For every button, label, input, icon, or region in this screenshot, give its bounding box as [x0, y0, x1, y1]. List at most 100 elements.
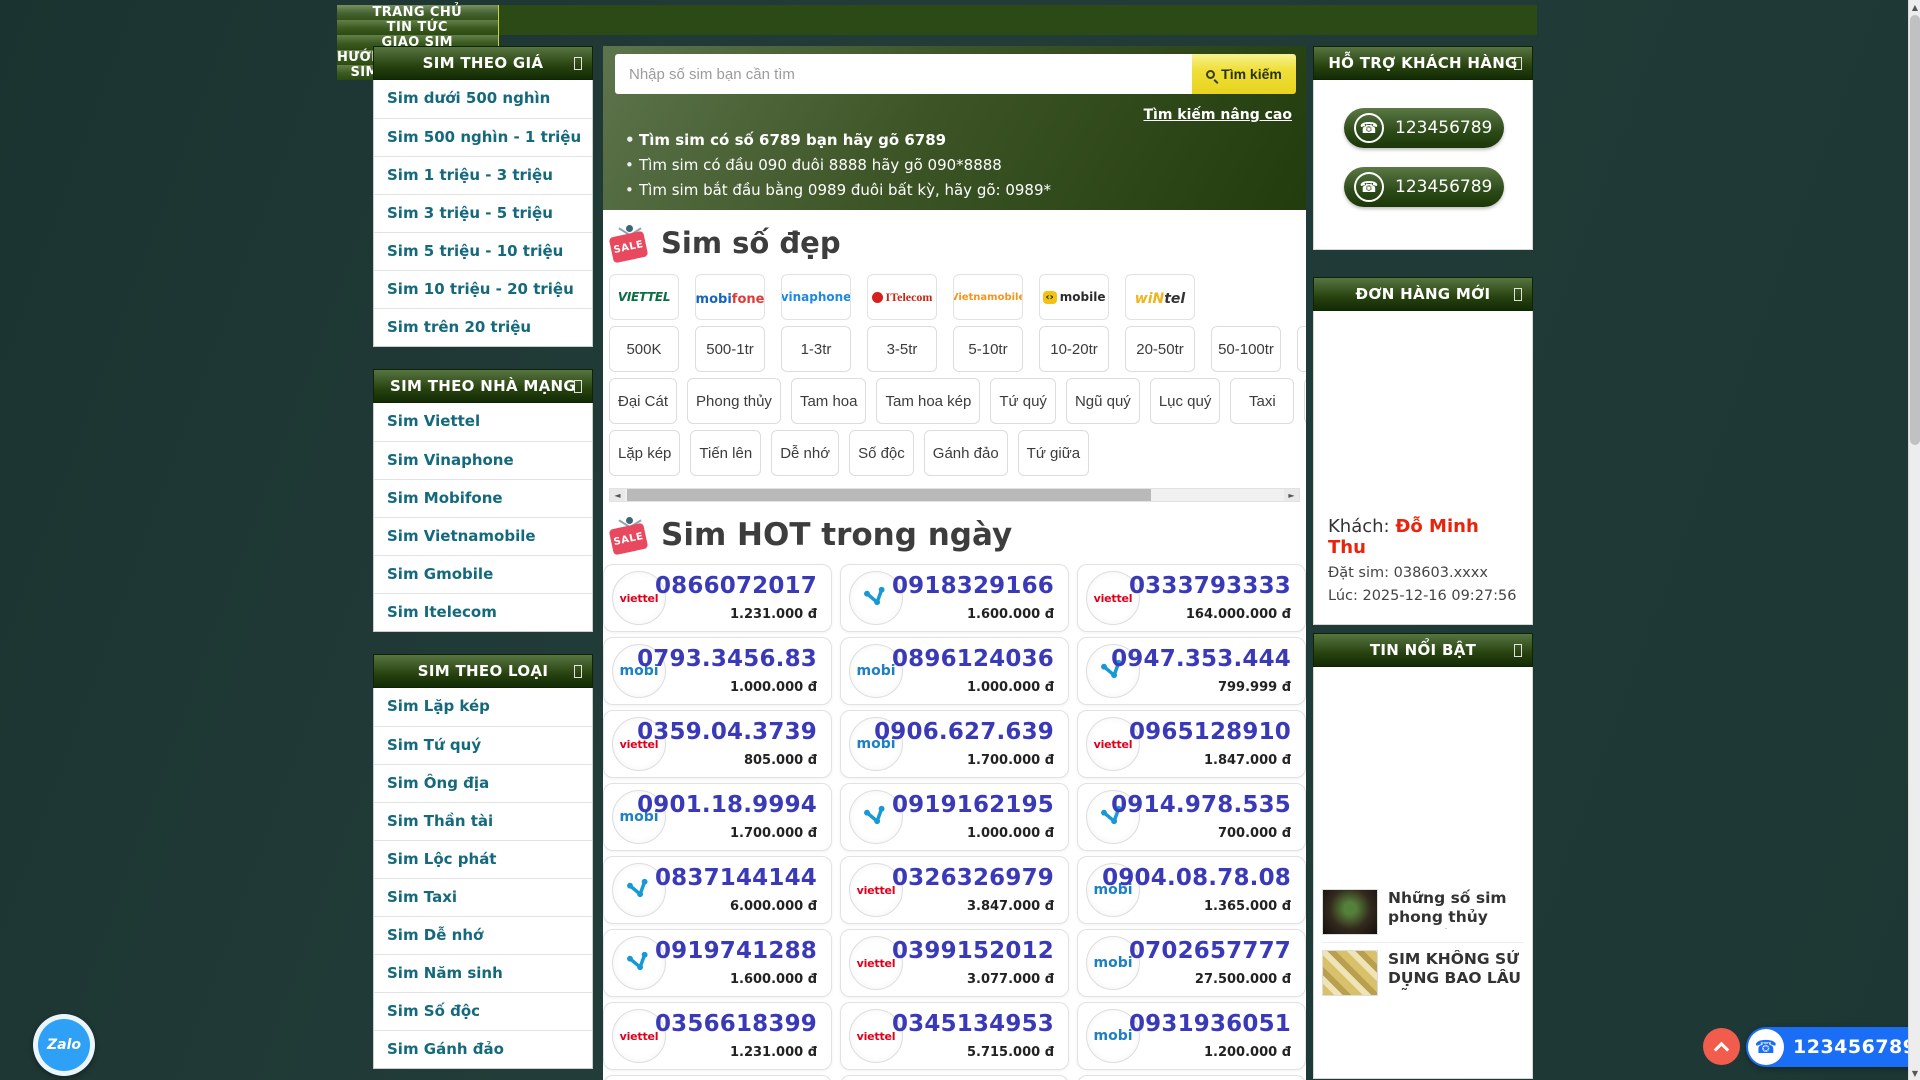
carrier-filter-gmobile[interactable]: ‹› mobile [1039, 274, 1109, 320]
sim-card[interactable]: mobi 0901.18.9994 1.700.000 đ [603, 783, 832, 851]
sidebar-item[interactable]: Sim Lộc phát [374, 840, 592, 878]
type-filter-button[interactable]: Lộc phát [1304, 378, 1306, 424]
sidebar-item[interactable]: Sim Gmobile [374, 555, 592, 593]
type-filter-button[interactable]: Tứ quý [990, 378, 1056, 424]
type-filter-button[interactable]: Lục quý [1149, 378, 1221, 424]
type-filter-button[interactable]: Taxi [1230, 378, 1295, 424]
sim-card[interactable]: 0947.353.444 799.999 đ [1077, 637, 1306, 705]
sim-card[interactable]: viettel 0356618399 1.231.000 đ [603, 1002, 832, 1070]
sidebar-item[interactable]: Sim 5 triệu - 10 triệu [374, 232, 592, 270]
price-filter-button[interactable]: 10-20tr [1039, 326, 1109, 372]
call-hotline-button[interactable]: ☎ 123456789 [1746, 1027, 1920, 1067]
price-filter-button[interactable]: 20-50tr [1125, 326, 1195, 372]
sidebar-item[interactable]: Sim Mobifone [374, 479, 592, 517]
sim-card[interactable]: mobi 0906.627.639 1.700.000 đ [840, 710, 1069, 778]
sidebar-item[interactable]: Sim Taxi [374, 878, 592, 916]
sidebar-item[interactable]: Sim Số độc [374, 992, 592, 1030]
type-filter-button[interactable]: Dễ nhớ [771, 430, 840, 476]
sidebar-item[interactable]: Sim trên 20 triệu [374, 308, 592, 346]
price-filter-button[interactable]: 1-3tr [781, 326, 851, 372]
nav-item[interactable]: TRANG CHỦ [337, 5, 499, 20]
news-item[interactable]: Những số sim phong thủy cho mệnh Thổ... [1322, 882, 1524, 942]
price-filter-button[interactable]: 5-10tr [953, 326, 1023, 372]
sim-card[interactable]: mobi 0931936051 1.200.000 đ [1077, 1002, 1306, 1070]
sim-card[interactable]: 0914.978.535 700.000 đ [1077, 783, 1306, 851]
sim-card[interactable]: viettel 0866072017 1.231.000 đ [603, 564, 832, 632]
sim-card[interactable]: mobi 0931936047 [1077, 1075, 1306, 1080]
sim-card[interactable]: mobi 0931936044 [840, 1075, 1069, 1080]
sim-card[interactable]: 0918329166 1.600.000 đ [840, 564, 1069, 632]
type-filter-button[interactable]: Đại Cát [609, 378, 678, 424]
advanced-search-link[interactable]: Tìm kiếm nâng cao [1143, 107, 1292, 123]
carrier-filter-itelecom[interactable]: ITelecom [867, 274, 937, 320]
sidebar-item[interactable]: Sim 10 triệu - 20 triệu [374, 270, 592, 308]
sidebar-item[interactable]: Sim Thần tài [374, 802, 592, 840]
price-filter-button[interactable] [1297, 326, 1306, 372]
carrier-filter-mobifone[interactable]: mobifone [695, 274, 765, 320]
sidebar-item[interactable]: Sim Vietnamobile [374, 517, 592, 555]
carrier-filter-vietnamobile[interactable]: Vietnamobile [953, 274, 1023, 320]
type-filter-button[interactable]: Ngũ quý [1065, 378, 1140, 424]
sim-card[interactable]: viettel 0333793333 164.000.000 đ [1077, 564, 1306, 632]
sidebar-item[interactable]: Sim Vinaphone [374, 441, 592, 479]
sim-card[interactable]: 0837144144 6.000.000 đ [603, 856, 832, 924]
type-filter-button[interactable]: Phong thủy [687, 378, 781, 424]
price-filter-button[interactable]: 500K [609, 326, 679, 372]
horizontal-scrollbar-thumb[interactable] [627, 489, 1151, 501]
vertical-scrollbar-thumb[interactable] [1910, 15, 1920, 445]
scroll-left-arrow-icon[interactable]: ◄ [610, 489, 625, 501]
sim-card[interactable]: viettel 0345134953 5.715.000 đ [840, 1002, 1069, 1070]
sidebar-item[interactable]: Sim Ông địa [374, 764, 592, 802]
type-filter-button[interactable]: Gánh đảo [923, 430, 1008, 476]
type-filter-button[interactable]: Tiến lên [690, 430, 762, 476]
sidebar-item[interactable]: Sim 500 nghìn - 1 triệu [374, 118, 592, 156]
sidebar-item[interactable]: Sim Lặp kép [374, 688, 592, 726]
sidebar-item[interactable]: Sim Gánh đảo [374, 1030, 592, 1068]
carrier-filter-viettel[interactable]: VIETTEL [609, 274, 679, 320]
type-filter-button[interactable]: Tứ giữa [1017, 430, 1090, 476]
support-phone-button[interactable]: ☎ 123456789 [1344, 167, 1504, 207]
sim-card[interactable]: 0919741288 1.600.000 đ [603, 929, 832, 997]
sidebar-item[interactable]: Sim Năm sinh [374, 954, 592, 992]
support-phone-button[interactable]: ☎ 123456789 [1344, 108, 1504, 148]
type-filter-button[interactable]: Lặp kép [609, 430, 681, 476]
type-filter-button[interactable]: Tam hoa kép [876, 378, 981, 424]
sim-card[interactable]: mobi 0793.3456.83 1.000.000 đ [603, 637, 832, 705]
price-filter-button[interactable]: 50-100tr [1211, 326, 1281, 372]
price-filter-button[interactable]: 3-5tr [867, 326, 937, 372]
sim-card[interactable]: viettel 0399152012 3.077.000 đ [840, 929, 1069, 997]
search-input[interactable] [615, 54, 1192, 94]
sim-card[interactable]: mobi 0702657777 27.500.000 đ [1077, 929, 1306, 997]
sidebar-item[interactable]: Sim Dễ nhớ [374, 916, 592, 954]
sim-card[interactable]: 0919162195 1.000.000 đ [840, 783, 1069, 851]
sidebar-item[interactable]: Sim Itelecom [374, 593, 592, 631]
sim-card[interactable]: viettel 0326326979 3.847.000 đ [840, 856, 1069, 924]
sidebar-item[interactable]: Sim Viettel [374, 403, 592, 441]
zalo-chat-button[interactable]: Zalo [33, 1014, 95, 1076]
type-filter-button[interactable]: Số độc [849, 430, 914, 476]
scroll-right-arrow-icon[interactable]: ► [1284, 489, 1299, 501]
scroll-down-arrow-icon[interactable]: ▼ [1909, 1066, 1920, 1080]
search-button[interactable]: Tìm kiếm [1192, 54, 1296, 94]
sidebar-item[interactable]: Sim 1 triệu - 3 triệu [374, 156, 592, 194]
sim-card[interactable]: mobi 0896124036 1.000.000 đ [840, 637, 1069, 705]
type-filter-button[interactable]: Tam hoa [790, 378, 867, 424]
sale-tag-icon: SALE [608, 224, 649, 264]
sidebar-item[interactable]: Sim 3 triệu - 5 triệu [374, 194, 592, 232]
news-item[interactable]: SIM KHÔNG SỬ DỤNG BAO LÂU SẼ BỊ THU... [1322, 942, 1524, 1003]
viettel-logo: VIETTEL [617, 290, 671, 304]
price-filter-button[interactable]: 500-1tr [695, 326, 765, 372]
sim-card[interactable]: mobi 0904.08.78.08 1.365.000 đ [1077, 856, 1306, 924]
sidebar-item[interactable]: Sim Tứ quý [374, 726, 592, 764]
sim-card[interactable]: viettel 0965128910 1.847.000 đ [1077, 710, 1306, 778]
scroll-up-arrow-icon[interactable]: ▲ [1909, 0, 1920, 14]
sim-card[interactable]: viettel 0359.04.3739 805.000 đ [603, 710, 832, 778]
nav-item[interactable]: TIN TỨC [337, 20, 499, 35]
scroll-to-top-button[interactable] [1703, 1028, 1740, 1065]
horizontal-scrollbar[interactable]: ◄ ► [609, 488, 1300, 502]
sidebar-item[interactable]: Sim dưới 500 nghìn [374, 80, 592, 118]
carrier-filter-vinaphone[interactable]: vinaphone [781, 274, 851, 320]
vertical-scrollbar[interactable]: ▲ ▼ [1908, 0, 1920, 1080]
carrier-filter-wintel[interactable]: wiNtel [1125, 274, 1195, 320]
sim-card[interactable]: 0837924567 [603, 1075, 832, 1080]
